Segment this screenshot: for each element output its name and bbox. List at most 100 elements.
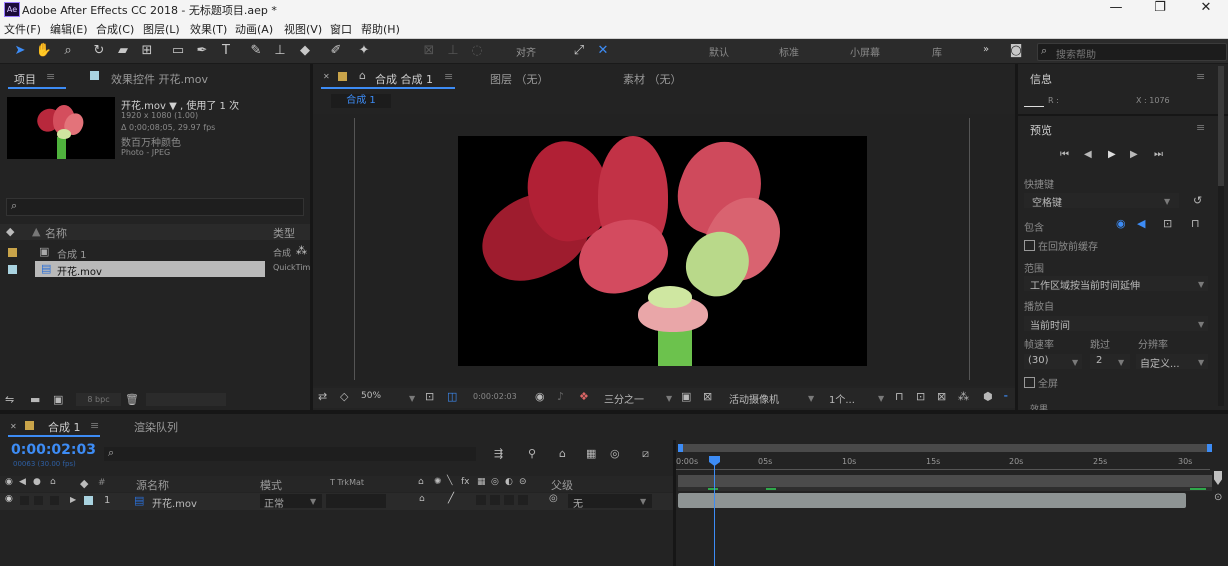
play-from-select[interactable]: 当前时间 ▼: [1024, 316, 1208, 332]
timeline-icon[interactable]: ⊠: [937, 390, 946, 403]
range-select[interactable]: 工作区域按当前时间延伸 ▼: [1024, 276, 1208, 292]
tab-effect-controls[interactable]: 效果控件 开花.mov: [111, 71, 208, 87]
resolution-select[interactable]: 自定义... ▼: [1136, 354, 1208, 370]
menu-help[interactable]: 帮助(H): [361, 21, 400, 37]
timeline-graph-area[interactable]: 0:00s 05s 10s 15s 20s 25s 30s ⊙: [676, 440, 1228, 566]
first-frame-icon[interactable]: ⏮: [1060, 149, 1069, 160]
quality-best-icon[interactable]: ╱: [448, 493, 454, 504]
list-item[interactable]: ▤ 开花.mov QuickTime: [0, 261, 315, 278]
mask-visibility-icon[interactable]: ◇: [340, 390, 348, 403]
lock-toggle[interactable]: [50, 496, 59, 505]
world-axis-icon[interactable]: ⊥: [444, 42, 462, 60]
snapshot-camera-icon[interactable]: ◉: [535, 390, 545, 403]
collapse-switch-icon[interactable]: ✺: [434, 477, 442, 487]
last-frame-icon[interactable]: ⏭: [1154, 149, 1163, 160]
camera-select[interactable]: 活动摄像机: [729, 391, 779, 406]
project-search-input[interactable]: ⌕: [6, 198, 304, 216]
include-overlays-icon[interactable]: ⊡: [1163, 217, 1172, 230]
composition-frame[interactable]: [458, 136, 867, 366]
workspace-more-button[interactable]: »: [983, 44, 989, 55]
views-select[interactable]: 1个...: [829, 391, 855, 406]
resolution-select[interactable]: 三分之一: [604, 391, 644, 406]
region-of-interest-icon[interactable]: ▣: [681, 390, 691, 403]
tab-footage[interactable]: 素材 （无）: [623, 71, 682, 87]
frame-blend-toggle[interactable]: [490, 495, 500, 505]
snap-options-icon[interactable]: ⤢: [570, 42, 588, 60]
flowchart-icon[interactable]: ⁂: [296, 244, 307, 257]
skip-select[interactable]: 2 ▼: [1090, 354, 1130, 369]
transparency-grid-icon[interactable]: ⊠: [703, 390, 712, 403]
tab-project[interactable]: 项目: [14, 71, 36, 87]
navigator-end-handle[interactable]: [1207, 444, 1212, 452]
menu-layer[interactable]: 图层(L): [143, 21, 180, 37]
motion-blur-icon[interactable]: ◎: [610, 447, 620, 460]
search-help-input[interactable]: ⌕ 搜索帮助: [1037, 43, 1227, 61]
snap-features-icon[interactable]: ✕: [594, 42, 612, 60]
panel-menu-icon[interactable]: ≡: [46, 70, 55, 83]
adjustment-switch-icon[interactable]: ◐: [505, 477, 513, 487]
navigator-start-handle[interactable]: [678, 444, 683, 452]
mode-select[interactable]: 正常 ▼: [260, 494, 322, 510]
roto-brush-tool-icon[interactable]: ✐: [327, 42, 345, 60]
solo-toggle[interactable]: [34, 496, 43, 505]
rotate-tool-icon[interactable]: ↻: [90, 42, 108, 60]
tab-render-queue[interactable]: 渲染队列: [134, 419, 178, 435]
audio-switch-icon[interactable]: ◀: [19, 477, 26, 487]
layer-color-swatch[interactable]: [84, 496, 93, 505]
layer-duration-bar[interactable]: [678, 493, 1186, 508]
solo-switch-icon[interactable]: ●: [33, 477, 41, 487]
play-icon[interactable]: ▶: [1108, 149, 1116, 160]
menu-file[interactable]: 文件(F): [4, 21, 41, 37]
workspace-small-screen[interactable]: 小屏幕: [850, 44, 880, 59]
time-navigator-bar[interactable]: [678, 444, 1212, 452]
rectangle-tool-icon[interactable]: ▭: [169, 42, 187, 60]
maximize-icon[interactable]: ❐: [1140, 0, 1180, 18]
right-panel-scrollbar[interactable]: [1218, 66, 1224, 406]
effect-switch-icon[interactable]: fx: [461, 477, 470, 487]
menu-view[interactable]: 视图(V): [284, 21, 322, 37]
table-row[interactable]: ◉ ▶ 1 ▤ 开花.mov 正常 ▼ ⌂ ╱ ◎ 无 ▼: [0, 493, 673, 510]
label-column-icon[interactable]: ◆: [80, 477, 88, 490]
breadcrumb[interactable]: 合成 1: [331, 94, 391, 108]
zoom-value[interactable]: 50%: [361, 391, 381, 401]
delete-trash-icon[interactable]: 🗑: [125, 393, 139, 406]
3d-switch-icon[interactable]: ⊝: [519, 477, 527, 487]
minimize-icon[interactable]: —: [1096, 0, 1136, 18]
brush-tool-icon[interactable]: ✎: [247, 42, 265, 60]
panel-collapse-icon[interactable]: ✕: [10, 422, 17, 431]
fit-icon[interactable]: ⊡: [425, 390, 434, 403]
fast-previews-icon[interactable]: ⊡: [916, 390, 925, 403]
camera-tool-icon[interactable]: ▰: [114, 42, 132, 60]
work-area-end-icon[interactable]: [1214, 471, 1222, 485]
parent-pickwhip-icon[interactable]: ◎: [549, 493, 558, 504]
exposure-icon[interactable]: ⁃: [1003, 390, 1009, 403]
toggle-pixel-aspect-icon[interactable]: ⊓: [895, 390, 904, 403]
close-icon[interactable]: ✕: [1186, 0, 1226, 18]
hand-tool-icon[interactable]: ✋: [35, 42, 53, 60]
grid-toggle-icon[interactable]: ◫: [447, 390, 457, 403]
puppet-pin-tool-icon[interactable]: ✦: [355, 42, 373, 60]
fps-select[interactable]: (30) ▼: [1024, 354, 1082, 369]
timeline-search-input[interactable]: ⌕: [104, 446, 476, 461]
audio-toggle[interactable]: [20, 496, 29, 505]
fullscreen-checkbox[interactable]: [1024, 377, 1035, 388]
shy-layer-icon[interactable]: ⌂: [419, 494, 425, 504]
video-switch-icon[interactable]: ◉: [5, 477, 13, 487]
graph-editor-icon[interactable]: ⧄: [642, 447, 649, 461]
lock-icon[interactable]: ⌂: [50, 477, 56, 487]
panel-menu-icon[interactable]: ≡: [1196, 70, 1205, 83]
label-column-icon[interactable]: ◆: [6, 225, 14, 238]
zoom-tool-icon[interactable]: ⌕: [59, 42, 77, 60]
menu-window[interactable]: 窗口: [330, 21, 352, 37]
cache-checkbox[interactable]: [1024, 240, 1035, 251]
panel-collapse-icon[interactable]: ✕: [323, 72, 330, 81]
video-visible-icon[interactable]: ◉: [5, 494, 13, 504]
new-composition-icon[interactable]: ▣: [53, 393, 63, 406]
menu-edit[interactable]: 编辑(E): [50, 21, 88, 37]
comp-button-icon[interactable]: ⊙: [1214, 492, 1222, 503]
viewer-area[interactable]: [313, 114, 1015, 386]
show-snapshot-icon[interactable]: ♪: [557, 390, 564, 403]
lock-icon[interactable]: ⌂: [359, 69, 366, 82]
motion-blur-switch-icon[interactable]: ◎: [491, 477, 499, 487]
panel-menu-icon[interactable]: ≡: [444, 70, 453, 83]
